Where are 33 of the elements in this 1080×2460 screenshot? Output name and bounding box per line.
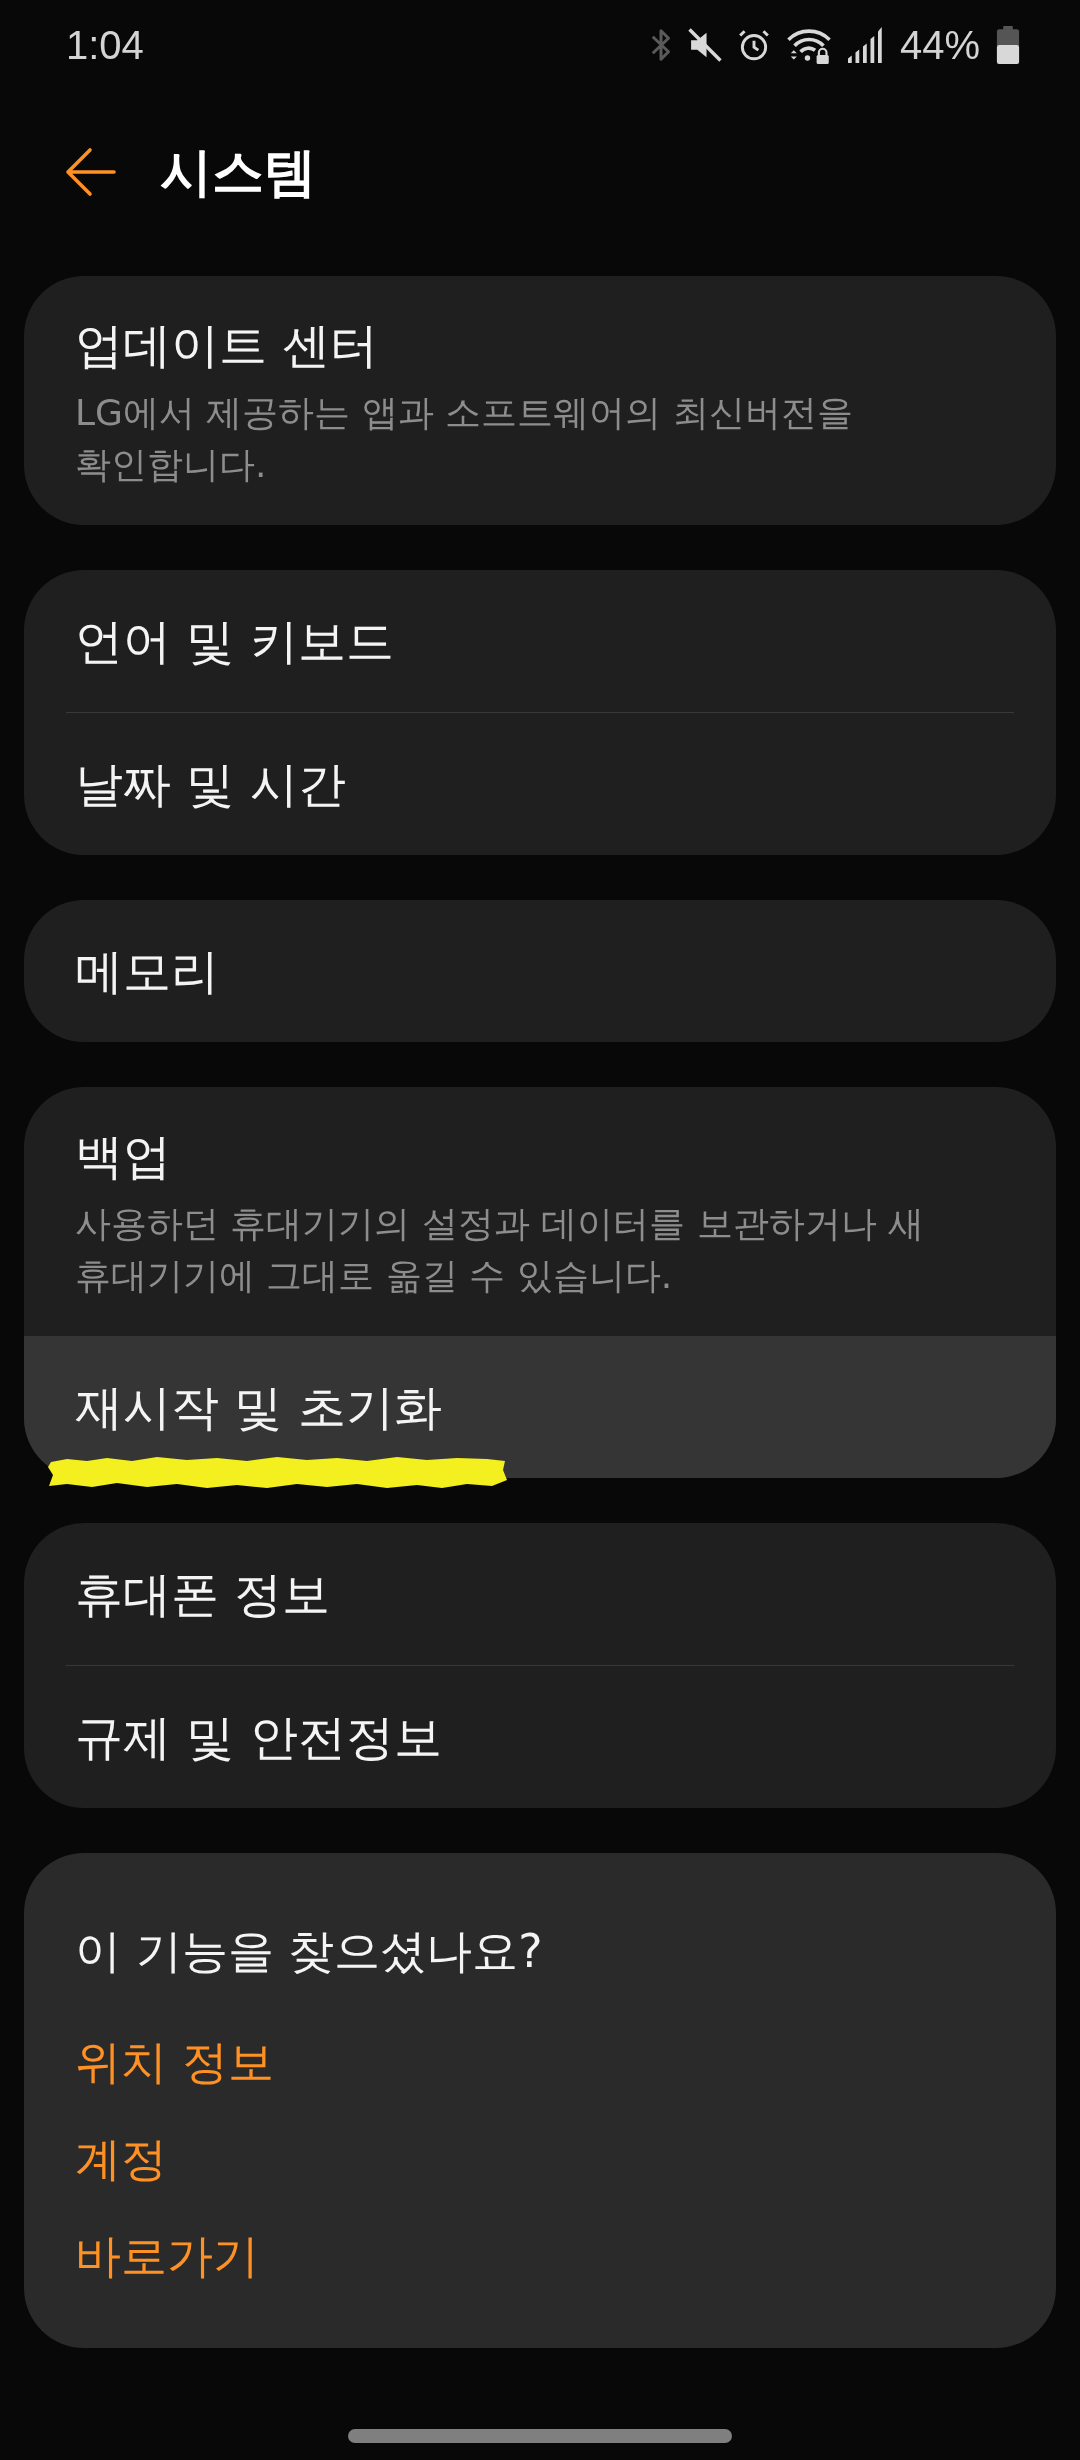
item-title: 메모리 xyxy=(75,942,219,1001)
item-title: 업데이트 센터 xyxy=(75,316,379,375)
item-title: 재시작 및 초기화 xyxy=(75,1378,442,1437)
back-arrow-icon xyxy=(64,146,116,198)
suggestion-link[interactable]: 바로가기 xyxy=(75,2224,259,2288)
item-title: 언어 및 키보드 xyxy=(75,612,394,671)
item-title: 백업 xyxy=(75,1127,171,1186)
item-title: 규제 및 안전정보 xyxy=(75,1708,442,1767)
item-description: 사용하던 휴대기기의 설정과 데이터를 보관하거나 새 휴대기기에 그대로 옮길 수 있습니다. xyxy=(75,1202,926,1298)
battery-icon xyxy=(996,26,1020,64)
alarm-clock-icon xyxy=(737,29,770,61)
settings-item[interactable]: 업데이트 센터 LG에서 제공하는 앱과 소프트웨어의 최신버전을 확인합니다. xyxy=(24,276,1056,525)
page-title: 시스템 xyxy=(160,141,316,204)
settings-item[interactable]: 메모리 xyxy=(24,900,1056,1042)
settings-item[interactable]: 언어 및 키보드 xyxy=(24,570,1056,712)
item-title: 날짜 및 시간 xyxy=(75,755,346,814)
suggestion-title: 이 기능을 찾으셨나요? xyxy=(75,1923,543,1980)
settings-item[interactable]: 재시작 및 초기화 xyxy=(24,1336,1056,1478)
bluetooth-icon xyxy=(649,27,672,63)
battery-percentage: 44% xyxy=(899,22,980,69)
suggestion-link[interactable]: 위치 정보 xyxy=(75,2030,274,2094)
suggestion-link[interactable]: 계정 xyxy=(75,2127,167,2191)
item-description: LG에서 제공하는 앱과 소프트웨어의 최신버전을 확인합니다. xyxy=(75,391,854,487)
wifi-icon xyxy=(785,26,832,64)
settings-item[interactable]: 백업 사용하던 휴대기기의 설정과 데이터를 보관하거나 새 휴대기기에 그대로 옮길 수 있습니다. xyxy=(24,1087,1056,1336)
item-title: 휴대폰 정보 xyxy=(75,1565,331,1624)
signal-bars-icon xyxy=(847,27,884,63)
settings-item[interactable]: 규제 및 안전정보 xyxy=(24,1666,1056,1808)
speaker-muted-icon xyxy=(687,28,722,62)
status-time: 1:04 xyxy=(66,22,144,69)
settings-item[interactable]: 날짜 및 시간 xyxy=(24,713,1056,855)
settings-item[interactable]: 휴대폰 정보 xyxy=(24,1523,1056,1665)
back-button[interactable] xyxy=(64,146,116,198)
